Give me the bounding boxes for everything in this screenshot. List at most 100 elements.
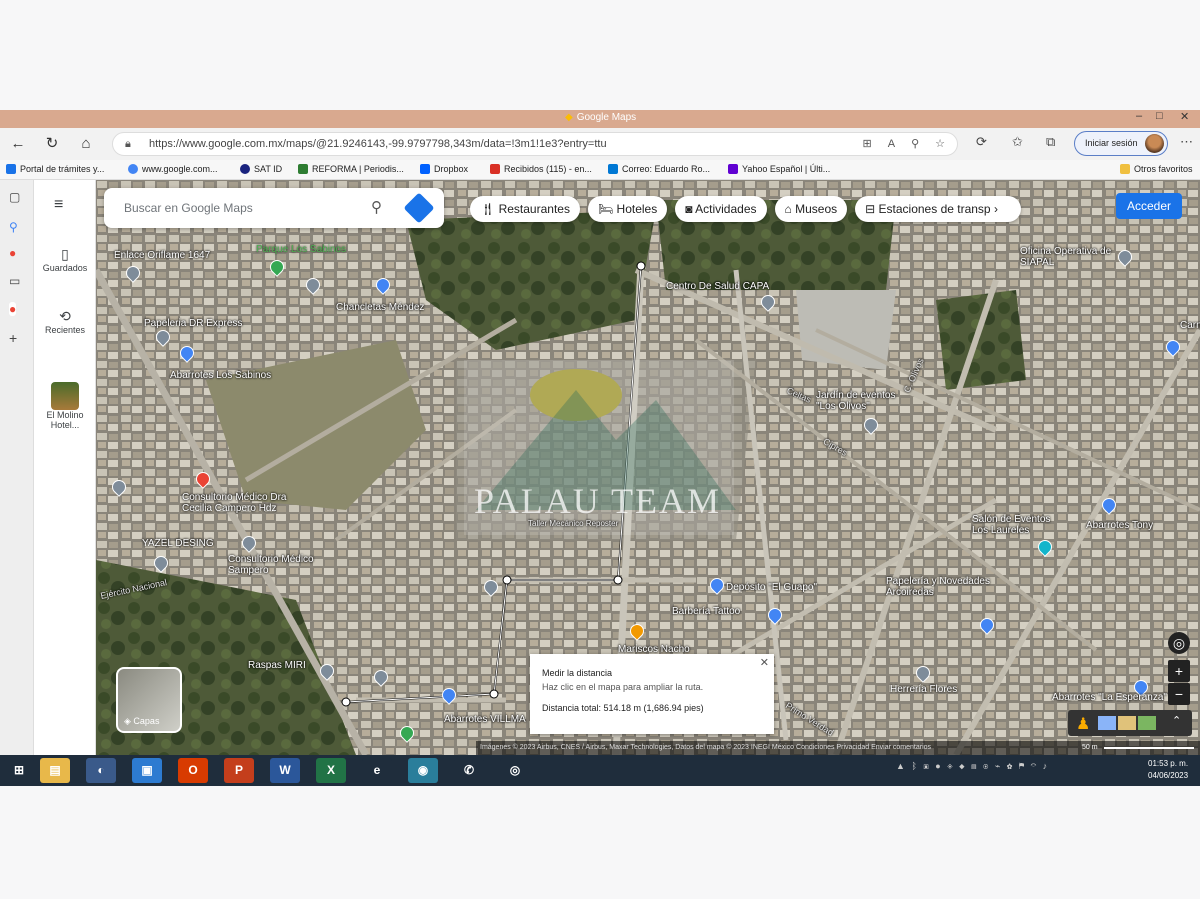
tray-icon[interactable]: ◆: [959, 761, 966, 771]
refresh-icon[interactable]: ↻: [42, 134, 62, 154]
url-field[interactable]: 🔒︎ https://www.google.com.mx/maps/@21.92…: [112, 132, 958, 156]
layer-thumb[interactable]: [1138, 716, 1156, 730]
map-label[interactable]: Abarrotes Los Sabinos: [170, 370, 271, 381]
extensions-icon[interactable]: ⟳: [976, 134, 987, 150]
tray-icon[interactable]: ▲: [896, 761, 907, 771]
chip-transit[interactable]: ⊟ Estaciones de transp ›: [855, 196, 1022, 222]
bookmark-item[interactable]: Portal de trámites y...: [6, 164, 104, 174]
tray-icon[interactable]: ⌁: [995, 761, 1002, 771]
bookmark-item[interactable]: Correo: Eduardo Ro...: [608, 164, 710, 174]
layer-thumb[interactable]: [1098, 716, 1116, 730]
chrome-icon[interactable]: ◎: [500, 758, 530, 783]
map-label[interactable]: Papeleria DR Express: [144, 318, 242, 329]
map-label[interactable]: Consultorio Médico Dra Cecilia Campero H…: [182, 492, 312, 514]
tray-icon[interactable]: ◈: [947, 761, 954, 771]
my-location-icon[interactable]: ◎: [1168, 632, 1190, 654]
close-icon[interactable]: ✕: [760, 656, 769, 669]
excel-icon[interactable]: X: [316, 758, 346, 783]
directions-icon[interactable]: [403, 192, 435, 224]
powerpoint-icon[interactable]: P: [224, 758, 254, 783]
favorite-star-icon[interactable]: ☆: [935, 133, 945, 155]
map-label[interactable]: Parque Los Sabinos: [256, 244, 346, 255]
chip-activities[interactable]: ◙ Actividades: [675, 196, 767, 222]
file-explorer-icon[interactable]: ▤: [40, 758, 70, 783]
tray-icon[interactable]: ●: [935, 761, 942, 771]
start-button[interactable]: ⊞: [4, 758, 34, 783]
map-label[interactable]: Jardín de eventos "Los Olivos": [816, 390, 916, 412]
bookmark-item[interactable]: SAT ID: [240, 164, 282, 174]
bookmark-item[interactable]: Recibidos (115) - en...: [490, 164, 592, 174]
map-label[interactable]: Abarrotes "La Esperanza": [1052, 692, 1167, 703]
edge-icon[interactable]: ◉: [408, 758, 438, 783]
minimize-button[interactable]: –: [1136, 110, 1142, 122]
map-label[interactable]: Oficina Operativa de SIAPAL: [1020, 246, 1112, 268]
chip-hotels[interactable]: 🛏︎ Hoteles: [587, 196, 668, 222]
map-label[interactable]: YAZEL DESING: [142, 538, 214, 549]
pegman-icon[interactable]: ♟: [1076, 714, 1090, 734]
map-label[interactable]: Raspas MIRI: [248, 660, 306, 671]
word-icon[interactable]: W: [270, 758, 300, 783]
menu-icon[interactable]: ≡: [54, 196, 63, 214]
flag-icon[interactable]: ⚑: [1019, 761, 1026, 771]
bluetooth-icon[interactable]: ᛒ: [911, 761, 918, 771]
clock[interactable]: 01:53 p. m. 04/06/2023: [1148, 758, 1188, 782]
expand-icon[interactable]: ⌃: [1172, 714, 1181, 727]
collections-icon[interactable]: ⧉: [1046, 134, 1055, 150]
chevron-right-icon[interactable]: ›: [991, 202, 998, 216]
back-icon[interactable]: ←: [8, 134, 28, 154]
bookmark-item[interactable]: Yahoo Español | Últi...: [728, 164, 830, 174]
app-available-icon[interactable]: ⊞: [863, 133, 872, 155]
ie-icon[interactable]: ◐: [86, 758, 116, 783]
map-label[interactable]: Enlace Oriflame 1647: [114, 250, 210, 261]
map-label[interactable]: Chancletas Méndez: [336, 302, 424, 313]
search-input[interactable]: Buscar en Google Maps ⚲: [104, 188, 444, 228]
acceder-button[interactable]: Acceder: [1116, 193, 1182, 219]
zoom-out-button[interactable]: −: [1168, 683, 1190, 705]
other-favorites[interactable]: Otros favoritos: [1120, 164, 1193, 174]
map-label[interactable]: Carnicer: [1180, 320, 1200, 331]
add-icon[interactable]: +: [9, 330, 17, 346]
bookmark-item[interactable]: www.google.com...: [128, 164, 218, 174]
zoom-in-button[interactable]: +: [1168, 660, 1190, 682]
search-sidebar-icon[interactable]: ⚲: [9, 220, 18, 234]
recent-button[interactable]: ⟲ Recientes: [34, 308, 96, 335]
tray-icon[interactable]: ▣: [923, 761, 930, 771]
chip-restaurants[interactable]: 🍴︎ Restaurantes: [470, 196, 580, 222]
bookmark-item[interactable]: REFORMA | Periodis...: [298, 164, 404, 174]
volume-icon[interactable]: ♪: [1043, 761, 1050, 771]
mail-icon[interactable]: ▭: [9, 274, 20, 288]
map-label[interactable]: Barbería Tattoo: [672, 606, 740, 617]
read-aloud-icon[interactable]: A: [888, 133, 895, 155]
map-canvas[interactable]: PALAU TEAM Enlace Oriflame 1647 Parque L…: [96, 180, 1200, 755]
maximize-button[interactable]: □: [1156, 110, 1163, 122]
map-label[interactable]: Herrería Flores: [890, 684, 957, 695]
signin-button[interactable]: Iniciar sesión: [1074, 131, 1168, 156]
map-label[interactable]: Depósito "El Guapo": [726, 582, 817, 593]
more-menu-icon[interactable]: ⋯: [1180, 134, 1193, 150]
maps-sidebar-icon[interactable]: ●: [9, 246, 16, 260]
zoom-icon[interactable]: ⚲: [911, 133, 919, 155]
wifi-icon[interactable]: ⌔: [1031, 761, 1038, 771]
map-label[interactable]: Centro De Salud CAPA: [666, 281, 769, 292]
map-label[interactable]: Abarrotes Tony: [1086, 520, 1153, 531]
map-label[interactable]: Abarrotes VILLMA: [444, 714, 526, 725]
close-window-button[interactable]: ✕: [1180, 110, 1189, 123]
whatsapp-icon[interactable]: ✆: [454, 758, 484, 783]
saved-button[interactable]: ▯ Guardados: [34, 246, 96, 273]
map-label[interactable]: Taller Mecánico Reposter: [528, 518, 618, 529]
layer-thumb[interactable]: [1118, 716, 1136, 730]
maps-active-icon[interactable]: ●: [9, 302, 17, 316]
office-icon[interactable]: O: [178, 758, 208, 783]
photos-icon[interactable]: ▣: [132, 758, 162, 783]
layers-button[interactable]: ◈ Capas: [116, 667, 182, 733]
map-label[interactable]: Consultorio Médico Sampero: [228, 554, 324, 576]
map-label[interactable]: Salón de Eventos Los Laureles: [972, 514, 1068, 536]
recent-place[interactable]: El Molino Hotel...: [34, 382, 96, 430]
edge-legacy-icon[interactable]: e: [362, 758, 392, 783]
bookmark-item[interactable]: Dropbox: [420, 164, 468, 174]
favorites-icon[interactable]: ✩: [1012, 134, 1023, 150]
search-icon[interactable]: ⚲: [371, 188, 382, 228]
tray-icon[interactable]: ◉: [983, 761, 990, 771]
home-icon[interactable]: ⌂: [76, 134, 96, 154]
map-label[interactable]: Papelería y Novedades Arcoiredas: [886, 576, 1004, 598]
